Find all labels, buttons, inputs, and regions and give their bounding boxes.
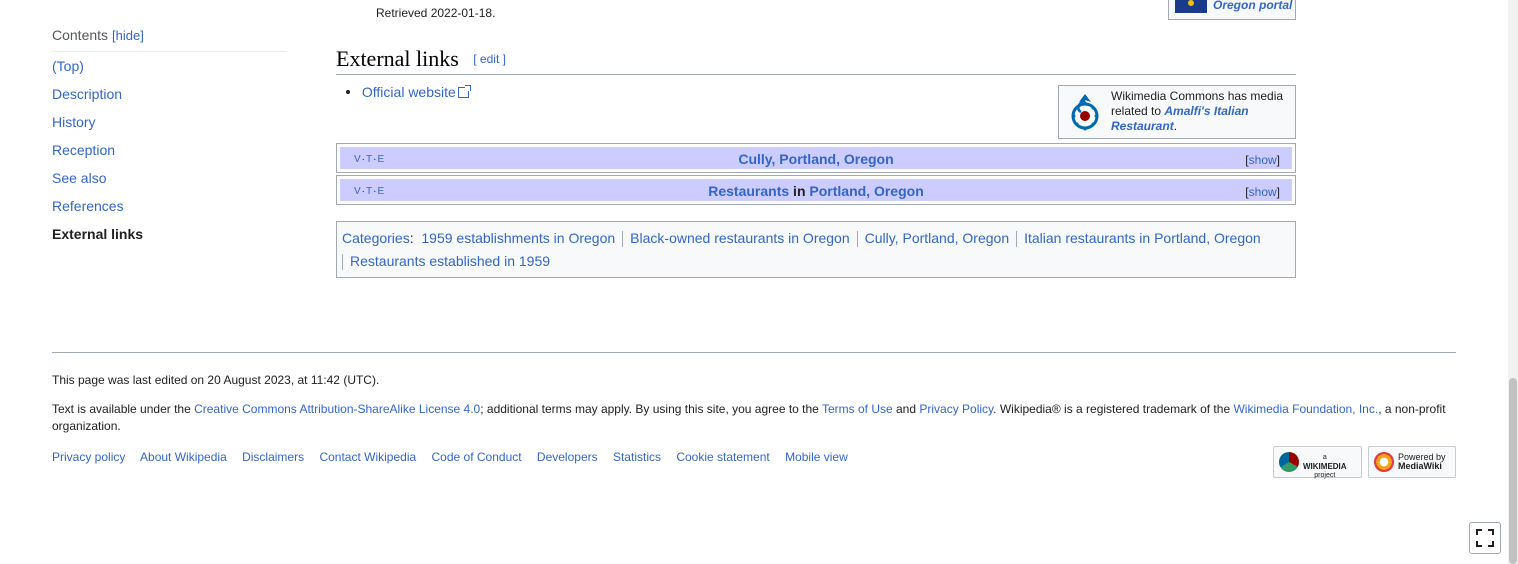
toc-item-reception[interactable]: Reception — [52, 142, 286, 170]
vertical-scrollbar[interactable] — [1508, 0, 1518, 564]
section-edit-link[interactable]: [ edit ] — [473, 52, 506, 66]
category-link[interactable]: Black-owned restaurants in Oregon — [630, 230, 849, 246]
navbox-title-link-restaurants[interactable]: Restaurants — [708, 183, 789, 199]
commons-logo-icon — [1071, 94, 1099, 131]
fullscreen-icon — [1476, 529, 1494, 547]
wikimedia-project-badge[interactable]: a WIKIMEDIA project — [1273, 446, 1362, 480]
category-link[interactable]: 1959 establishments in Oregon — [421, 230, 615, 246]
toc-hide-toggle[interactable]: [hide] — [112, 28, 144, 43]
footer-link-about[interactable]: About Wikipedia — [140, 450, 227, 464]
footer-link-developers[interactable]: Developers — [537, 450, 598, 464]
navbox-restaurants: V·T·E Restaurants in Portland, Oregon [s… — [336, 175, 1296, 205]
badge-line: a — [1322, 454, 1327, 461]
footer-link-statistics[interactable]: Statistics — [613, 450, 661, 464]
category-link[interactable]: Cully, Portland, Oregon — [865, 230, 1009, 246]
wikimedia-badge-text: a WIKIMEDIA project — [1303, 453, 1347, 480]
official-website-link[interactable]: Official website — [362, 84, 456, 100]
footer-link-privacy-policy[interactable]: Privacy policy — [52, 450, 125, 464]
navbox-show-toggle[interactable]: [show] — [1245, 153, 1280, 167]
toc-item-description[interactable]: Description — [52, 86, 286, 114]
navbox-cully: V·T·E Cully, Portland, Oregon [show] — [336, 143, 1296, 173]
navbox-title-in: in — [789, 183, 810, 199]
last-edited-info: This page was last edited on 20 August 2… — [52, 373, 380, 387]
footer-link-disclaimers[interactable]: Disclaimers — [242, 450, 304, 464]
footer-link-cookie-statement[interactable]: Cookie statement — [676, 450, 769, 464]
toc-item-see-also[interactable]: See also — [52, 170, 286, 198]
mediawiki-logo-icon — [1374, 452, 1394, 472]
show-label[interactable]: show — [1249, 153, 1277, 167]
external-links-list: Official website — [346, 84, 471, 100]
section-heading: External links [ edit ] — [336, 46, 1296, 75]
navbox-title: Cully, Portland, Oregon — [340, 151, 1292, 167]
license-text: . Wikipedia® is a registered trademark o… — [993, 402, 1234, 416]
navbox-header: V·T·E Restaurants in Portland, Oregon [s… — [340, 179, 1292, 201]
badge-line: MediaWiki — [1398, 461, 1442, 471]
category-row-2: Restaurants established in 1959 — [342, 253, 550, 271]
license-info: Text is available under the Creative Com… — [52, 401, 1456, 435]
cc-license-link[interactable]: Creative Commons Attribution-ShareAlike … — [194, 402, 480, 416]
commons-text: Wikimedia Commons has media related to A… — [1111, 89, 1287, 134]
license-text: Text is available under the — [52, 402, 195, 416]
footer-link-mobile-view[interactable]: Mobile view — [785, 450, 848, 464]
terms-of-use-link[interactable]: Terms of Use — [822, 402, 893, 416]
table-of-contents: Contents [hide] (Top) Description Histor… — [52, 26, 286, 254]
commons-box: Wikimedia Commons has media related to A… — [1058, 85, 1296, 139]
external-link-icon — [457, 85, 471, 98]
navbox-header: V·T·E Cully, Portland, Oregon [show] — [340, 147, 1292, 169]
footer-places: Privacy policy About Wikipedia Disclaime… — [52, 450, 860, 464]
privacy-policy-link[interactable]: Privacy Policy — [919, 402, 993, 416]
oregon-flag-icon — [1175, 0, 1207, 13]
scrollbar-thumb[interactable] — [1509, 378, 1517, 564]
footer-link-contact[interactable]: Contact Wikipedia — [319, 450, 416, 464]
reference-retrieved-text: Retrieved 2022-01-18. — [376, 6, 496, 20]
category-link[interactable]: Restaurants established in 1959 — [350, 253, 550, 269]
category-row-1: Categories: 1959 establishments in Orego… — [342, 230, 1261, 248]
navbox-title: Restaurants in Portland, Oregon — [340, 183, 1292, 199]
show-label[interactable]: show — [1249, 185, 1277, 199]
badge-line: project — [1314, 472, 1336, 479]
mediawiki-badge-text: Powered by MediaWiki — [1398, 453, 1446, 471]
wikimedia-foundation-link[interactable]: Wikimedia Foundation, Inc. — [1233, 402, 1378, 416]
footer-link-code-of-conduct[interactable]: Code of Conduct — [432, 450, 522, 464]
license-text: and — [892, 402, 920, 416]
category-links: Categories: 1959 establishments in Orego… — [336, 221, 1296, 278]
commons-text-after: . — [1173, 119, 1178, 133]
navbox-title-link-portland[interactable]: Portland, Oregon — [809, 183, 923, 199]
page-footer: This page was last edited on 20 August 2… — [52, 352, 1456, 479]
wikimedia-logo-icon — [1279, 452, 1299, 472]
navbox-show-toggle[interactable]: [show] — [1245, 185, 1280, 199]
fullscreen-button[interactable] — [1469, 522, 1501, 554]
category-link[interactable]: Italian restaurants in Portland, Oregon — [1024, 230, 1261, 246]
mediawiki-badge[interactable]: Powered by MediaWiki — [1368, 446, 1456, 478]
edit-label[interactable]: [ edit ] — [473, 52, 506, 66]
section-title: External links — [336, 46, 459, 71]
navbox-title-link[interactable]: Cully, Portland, Oregon — [738, 151, 893, 167]
list-bullet — [346, 90, 350, 94]
toc-item-references[interactable]: References — [52, 198, 286, 226]
portal-box[interactable]: Oregon portal — [1168, 0, 1296, 20]
categories-label-link[interactable]: Categories — [342, 230, 410, 246]
toc-title: Contents — [52, 27, 109, 43]
toc-item-external-links[interactable]: External links — [52, 226, 286, 254]
toc-item-top[interactable]: (Top) — [52, 58, 286, 86]
toc-header: Contents [hide] — [52, 26, 286, 52]
license-text: ; additional terms may apply. By using t… — [480, 402, 822, 416]
badge-line: WIKIMEDIA — [1303, 462, 1347, 471]
portal-link[interactable]: Oregon portal — [1213, 0, 1292, 12]
toc-item-history[interactable]: History — [52, 114, 286, 142]
